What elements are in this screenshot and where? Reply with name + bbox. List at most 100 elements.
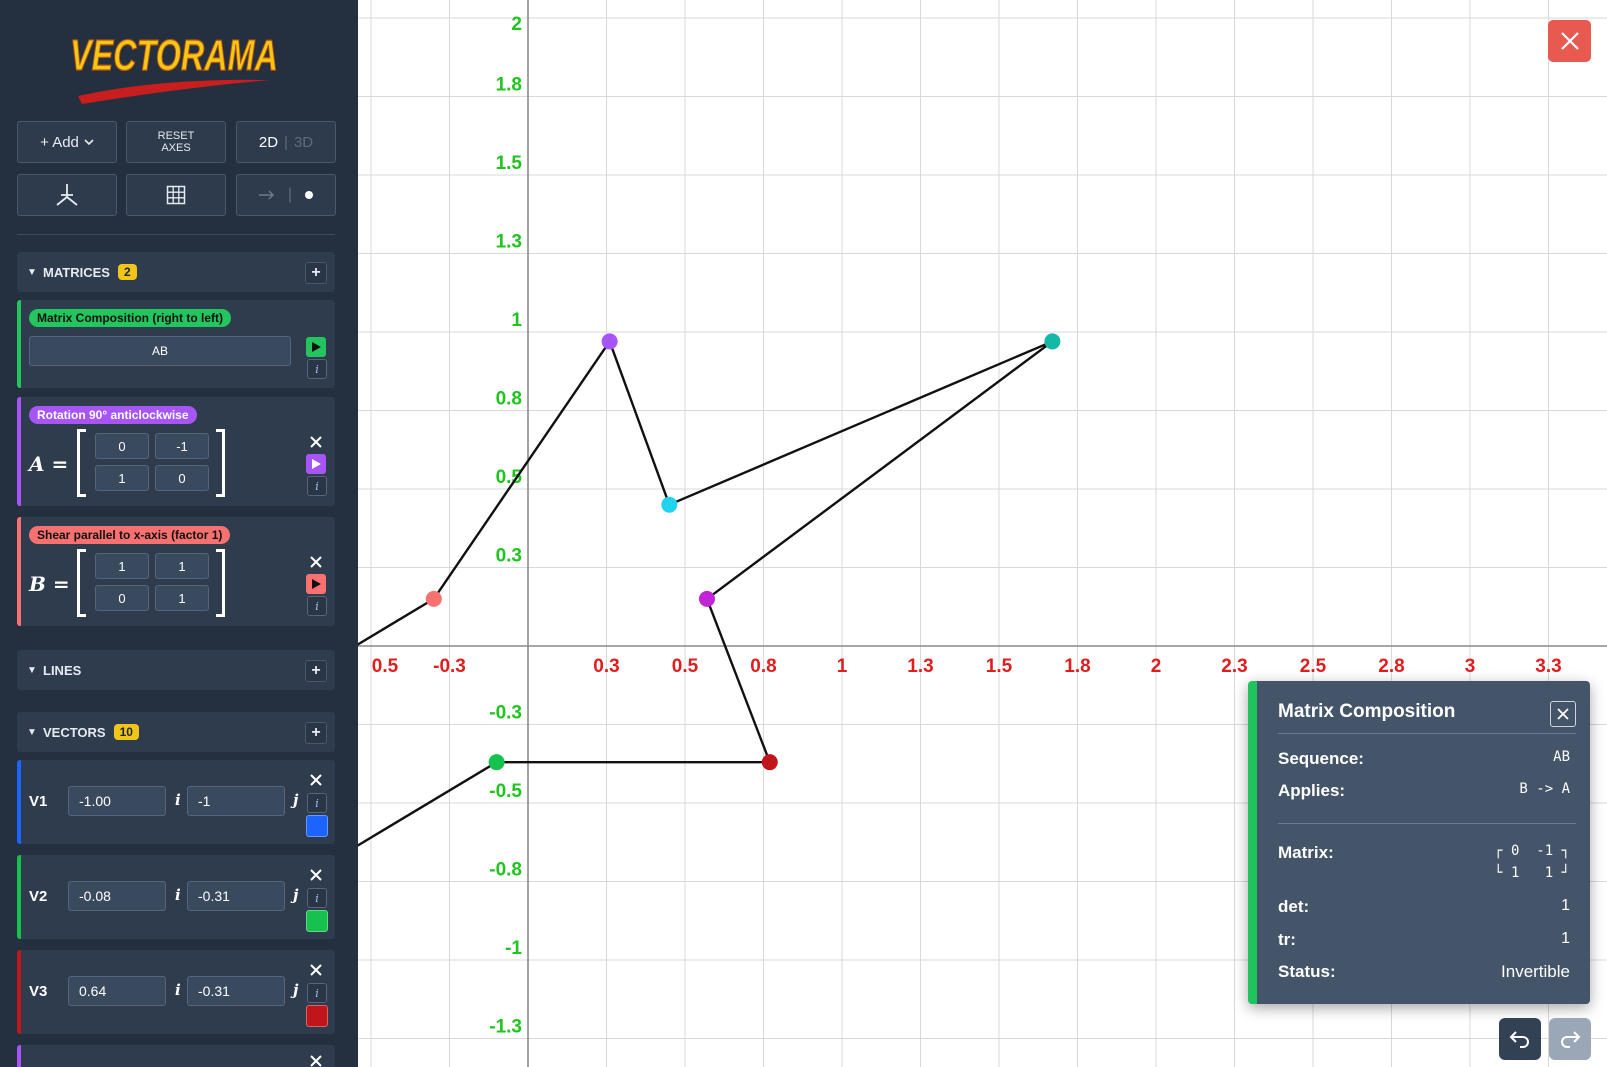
vector-style-toggle[interactable]: | (236, 174, 336, 216)
matrix-b-cell-11[interactable]: 1 (155, 585, 209, 611)
matrix-a-cell-00[interactable]: 0 (95, 433, 149, 459)
right-bracket (216, 549, 225, 617)
play-icon (312, 579, 321, 589)
mode-separator: | (284, 133, 288, 151)
det-value: 1 (1561, 897, 1570, 914)
x-tick-label: 3 (1465, 656, 1476, 677)
panel-divider (1278, 823, 1576, 824)
y-tick-label: 2 (511, 14, 522, 35)
mode-3d[interactable]: 3D (294, 134, 313, 151)
toolbar-divider (17, 234, 335, 235)
x-tick-label: 1 (837, 656, 848, 677)
add-matrix-button[interactable]: + (305, 262, 327, 284)
matrix-label: Matrix: (1278, 843, 1334, 862)
x-tick-label: 0.3 (593, 656, 619, 677)
matrices-section-header[interactable]: ▼ MATRICES 2 + (17, 252, 335, 292)
vector-tip-point[interactable] (661, 496, 678, 513)
panel-close-button[interactable] (1550, 701, 1576, 727)
color-swatch[interactable] (306, 910, 328, 932)
vector-tip-point[interactable] (1044, 333, 1061, 350)
matrix-b-cell-00[interactable]: 1 (95, 553, 149, 579)
sidebar: VECTORAMA + Add RESET AXES 2D | 3D | ▼ M… (0, 0, 358, 1067)
matrices-title: MATRICES (43, 264, 110, 280)
add-button[interactable]: + Add (17, 121, 117, 163)
matrix-a-cell-11[interactable]: 0 (155, 465, 209, 491)
undo-button[interactable] (1499, 1018, 1541, 1060)
reset-axes-button[interactable]: RESET AXES (126, 121, 226, 163)
color-swatch[interactable] (306, 815, 328, 837)
vector-name: V3 (29, 983, 48, 1000)
matrix-a-label: A = (29, 452, 69, 476)
vector-x-input[interactable]: -0.08 (68, 881, 166, 911)
delete-vector-button[interactable] (306, 770, 326, 790)
info-icon[interactable]: i (307, 983, 327, 1003)
sequence-value: AB (1553, 749, 1570, 765)
vector-name: V2 (29, 888, 48, 905)
vectorama-logo: VECTORAMA (70, 30, 279, 104)
y-tick-label: -0.8 (489, 860, 522, 881)
right-bracket (216, 429, 225, 497)
matrix-row-2: └ 1 1 ┘ (1494, 865, 1570, 881)
close-button[interactable] (1548, 20, 1591, 62)
redo-button[interactable] (1549, 1018, 1591, 1060)
vectors-section-header[interactable]: ▼ VECTORS 10 + (17, 712, 335, 752)
x-tick-label: 0.8 (750, 656, 776, 677)
status-label: Status: (1278, 962, 1336, 981)
x-tick-label: 2.3 (1221, 656, 1247, 677)
vector-tip-point[interactable] (761, 754, 778, 771)
delete-vector-button[interactable] (306, 865, 326, 885)
vector-x-input[interactable]: 0.64 (68, 976, 166, 1006)
matrix-a-cell-10[interactable]: 1 (95, 465, 149, 491)
info-icon[interactable]: i (307, 793, 327, 813)
lines-section-header[interactable]: ▼ LINES + (17, 650, 335, 690)
delete-vector-button[interactable] (306, 960, 326, 980)
delete-vector-button[interactable] (306, 1051, 326, 1067)
matrix-row-1: ┌ 0 -1 ┐ (1494, 843, 1570, 859)
unit-i-label: i (175, 981, 181, 999)
vector-tip-point[interactable] (425, 590, 442, 607)
close-icon (1560, 32, 1579, 50)
delete-matrix-b-button[interactable] (306, 552, 326, 572)
vector-x-input[interactable]: -1.00 (68, 786, 166, 816)
vector-tip-point[interactable] (698, 590, 715, 607)
color-swatch[interactable] (306, 1005, 328, 1027)
undo-icon (1509, 1031, 1529, 1048)
vector-y-input[interactable]: -0.31 (187, 881, 285, 911)
info-icon[interactable]: i (307, 596, 327, 616)
arrow-right-icon[interactable] (258, 190, 276, 200)
info-icon[interactable]: i (307, 359, 327, 379)
vector-tip-point[interactable] (601, 333, 618, 350)
collapse-triangle-icon[interactable]: ▼ (27, 267, 43, 278)
info-icon[interactable]: i (307, 888, 327, 908)
delete-matrix-a-button[interactable] (306, 432, 326, 452)
close-icon (310, 436, 322, 448)
dimension-toggle[interactable]: 2D | 3D (236, 121, 336, 163)
vector-card-v3: V3 0.64 i -0.31 j i (17, 950, 335, 1034)
lines-title: LINES (43, 662, 82, 678)
dot-icon[interactable] (304, 190, 314, 200)
left-bracket (77, 429, 86, 497)
axes-toggle-button[interactable] (17, 174, 117, 216)
vector-tip-point[interactable] (488, 754, 505, 771)
add-vector-button[interactable]: + (305, 722, 327, 744)
y-tick-label: 0.8 (496, 389, 522, 410)
y-tick-label: -0.5 (489, 781, 522, 802)
info-icon[interactable]: i (307, 476, 327, 496)
x-tick-label: 2.8 (1378, 656, 1404, 677)
matrix-b-cell-01[interactable]: 1 (155, 553, 209, 579)
matrix-a-cell-01[interactable]: -1 (155, 433, 209, 459)
vector-y-input[interactable]: -0.31 (187, 976, 285, 1006)
mode-2d[interactable]: 2D (259, 134, 278, 151)
grid-toggle-button[interactable] (126, 174, 226, 216)
unit-j-label: j (293, 981, 299, 999)
chevron-down-icon (84, 139, 94, 146)
collapse-triangle-icon[interactable]: ▼ (27, 727, 43, 738)
collapse-triangle-icon[interactable]: ▼ (27, 665, 43, 676)
play-matrix-a-button[interactable] (306, 454, 326, 474)
vector-y-input[interactable]: -1 (187, 786, 285, 816)
composition-sequence-input[interactable]: AB (29, 336, 291, 366)
add-line-button[interactable]: + (305, 660, 327, 682)
play-composition-button[interactable] (306, 337, 326, 357)
matrix-b-cell-10[interactable]: 0 (95, 585, 149, 611)
play-matrix-b-button[interactable] (306, 574, 326, 594)
